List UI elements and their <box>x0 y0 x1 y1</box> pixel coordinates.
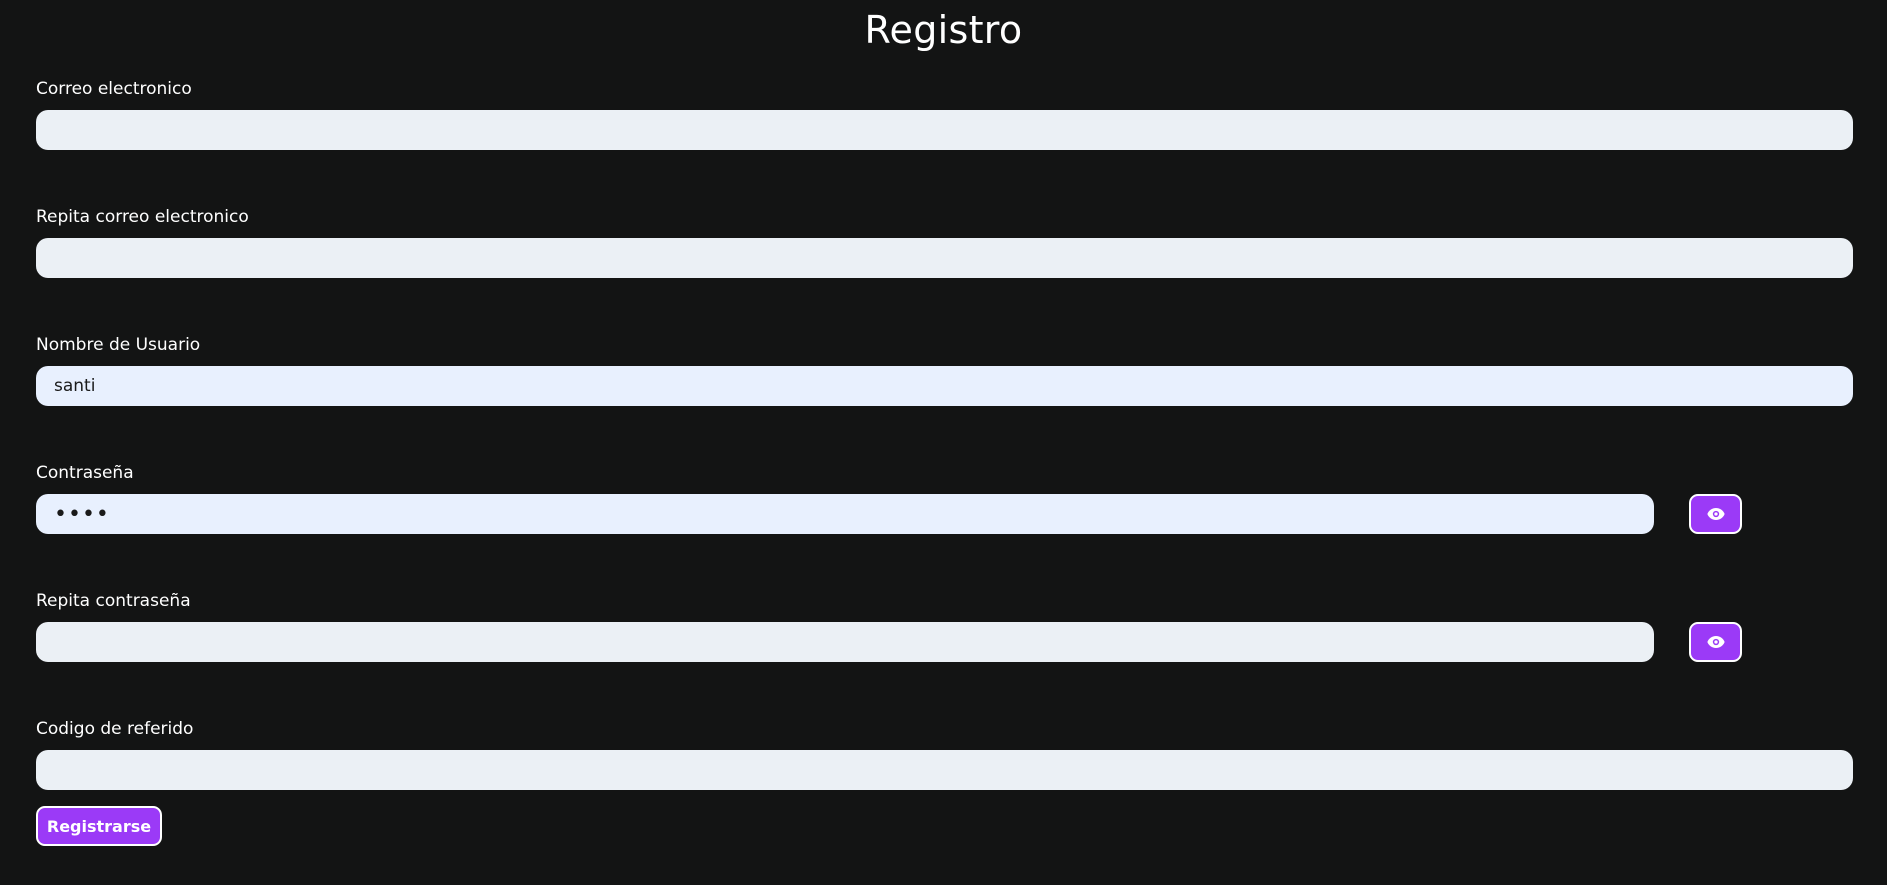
username-label: Nombre de Usuario <box>36 335 201 355</box>
page-title: Registro <box>864 8 1023 52</box>
register-button[interactable]: Registrarse <box>36 806 162 846</box>
username-field[interactable] <box>36 366 1853 406</box>
password-field[interactable] <box>36 494 1654 534</box>
email-repeat-label: Repita correo electronico <box>36 207 249 227</box>
email-label: Correo electronico <box>36 79 192 99</box>
referral-code-field[interactable] <box>36 750 1853 790</box>
eye-icon <box>1706 636 1725 648</box>
eye-icon <box>1706 508 1725 520</box>
registration-page: Registro Correo electronico Repita corre… <box>0 0 1887 885</box>
email-field[interactable] <box>36 110 1853 150</box>
password-repeat-field[interactable] <box>36 622 1654 662</box>
email-repeat-field[interactable] <box>36 238 1853 278</box>
password-repeat-label: Repita contraseña <box>36 591 191 611</box>
show-password-repeat-button[interactable] <box>1689 622 1742 662</box>
referral-code-label: Codigo de referido <box>36 719 194 739</box>
show-password-button[interactable] <box>1689 494 1742 534</box>
password-label: Contraseña <box>36 463 134 483</box>
